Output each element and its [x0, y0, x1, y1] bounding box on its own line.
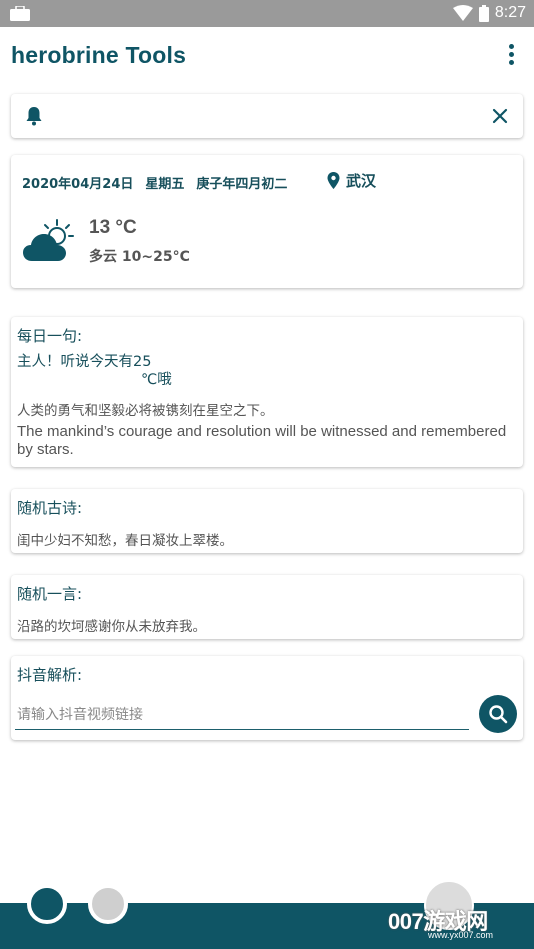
location-pin-icon: [327, 172, 340, 189]
page-indicator-active[interactable]: [27, 884, 67, 924]
location-name: 武汉: [346, 172, 377, 190]
app-bar: herobrine Tools: [0, 27, 534, 85]
search-icon: [489, 705, 508, 724]
douyin-parse-title: 抖音解析:: [17, 666, 83, 684]
bell-icon: [26, 107, 42, 126]
weather-card: 2020年04月24日 星期五 庚子年四月初二 武汉 13 °C 多云 10~2…: [11, 155, 523, 288]
battery-icon: [478, 4, 489, 22]
more-options-button[interactable]: [506, 42, 516, 70]
status-bar: 8:27: [0, 0, 534, 27]
date-line: 2020年04月24日 星期五 庚子年四月初二: [22, 173, 287, 192]
weekday-text: 星期五: [145, 177, 185, 192]
greeting-line-2: ℃哦: [141, 372, 172, 388]
watermark-url: www.yx007.com: [428, 930, 494, 940]
parse-search-button[interactable]: [479, 695, 517, 733]
partly-cloudy-icon: [23, 219, 74, 261]
video-link-input[interactable]: [15, 700, 469, 730]
daily-quote-title: 每日一句:: [17, 327, 83, 345]
daily-sentence-zh: 人类的勇气和坚毅必将被镌刻在星空之下。: [17, 403, 274, 419]
app-title: herobrine Tools: [11, 42, 187, 68]
location[interactable]: 武汉: [327, 170, 376, 191]
douyin-parse-card: 抖音解析:: [11, 656, 523, 740]
random-saying-title: 随机一言:: [17, 585, 83, 603]
dot-icon: [508, 52, 514, 57]
random-poem-card: 随机古诗: 闺中少妇不知愁，春日凝妆上翠楼。: [11, 489, 523, 553]
weather-condition: 多云 10~25°C: [89, 249, 190, 265]
site-watermark: 007游戏网 www.yx007.com: [388, 880, 528, 946]
random-saying-text: 沿路的坎坷感谢你从未放弃我。: [17, 619, 206, 635]
random-poem-text: 闺中少妇不知愁，春日凝妆上翠楼。: [17, 533, 233, 549]
daily-quote-card: 每日一句: 主人！听说今天有25 ℃哦 人类的勇气和坚毅必将被镌刻在星空之下。 …: [11, 317, 523, 467]
briefcase-icon: [10, 6, 30, 21]
greeting-line-1: 主人！听说今天有25: [17, 354, 152, 370]
daily-sentence-en: The mankind’s courage and resolution wil…: [17, 423, 507, 458]
date-text: 2020年04月24日: [22, 177, 134, 192]
close-icon[interactable]: [491, 107, 509, 125]
dot-icon: [508, 60, 514, 65]
dot-icon: [508, 44, 514, 49]
greeting: 主人！听说今天有25 ℃哦: [17, 353, 172, 389]
temperature: 13 °C: [89, 217, 137, 238]
random-poem-title: 随机古诗:: [17, 499, 83, 517]
random-saying-card: 随机一言: 沿路的坎坷感谢你从未放弃我。: [11, 575, 523, 639]
page-indicator-inactive[interactable]: [88, 884, 128, 924]
wifi-icon: [452, 5, 473, 21]
lunar-date-text: 庚子年四月初二: [196, 177, 288, 192]
notice-card: [11, 94, 523, 138]
status-time: 8:27: [494, 4, 526, 21]
